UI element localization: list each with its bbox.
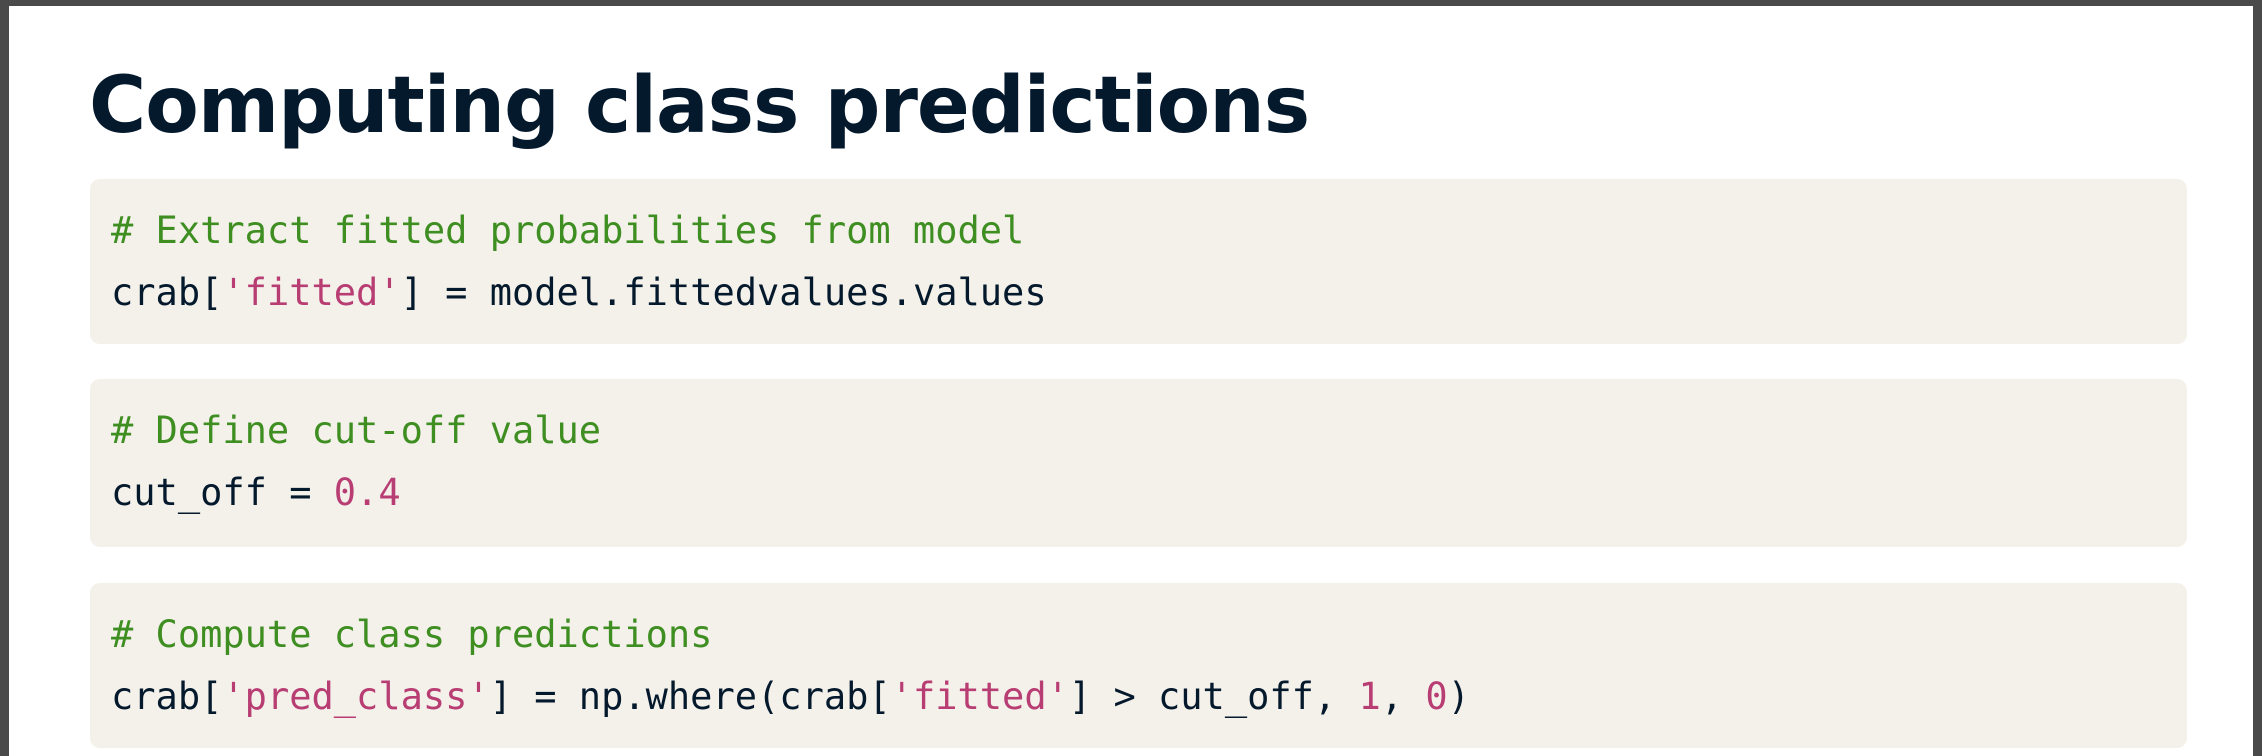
code-text: crab[ <box>111 271 223 314</box>
code-text: cut_off = <box>111 471 334 514</box>
code-line: cut_off = 0.4 <box>111 471 401 515</box>
code-text: ] = np.where(crab[ <box>489 675 891 718</box>
slide-frame: Computing class predictions # Extract fi… <box>0 0 2262 756</box>
code-text: , <box>1380 675 1426 718</box>
code-comment: # Compute class predictions <box>111 613 713 656</box>
slide-title: Computing class predictions <box>89 61 1310 151</box>
code-line: crab['pred_class'] = np.where(crab['fitt… <box>111 675 1470 719</box>
string-literal: 'pred_class' <box>222 675 490 718</box>
code-text: crab[ <box>111 675 223 718</box>
string-literal: 'fitted' <box>222 271 401 314</box>
code-block-extract-fitted[interactable]: # Extract fitted probabilities from mode… <box>90 179 2187 344</box>
code-text: ) <box>1447 675 1470 718</box>
code-line: crab['fitted'] = model.fittedvalues.valu… <box>111 271 1047 315</box>
number-literal: 1 <box>1358 675 1381 718</box>
string-literal: 'fitted' <box>890 675 1069 718</box>
code-text: ] > cut_off, <box>1068 675 1359 718</box>
code-comment: # Extract fitted probabilities from mode… <box>111 209 1025 252</box>
code-block-class-predictions[interactable]: # Compute class predictions crab['pred_c… <box>90 583 2187 748</box>
number-literal: 0.4 <box>333 471 401 514</box>
number-literal: 0 <box>1425 675 1448 718</box>
code-comment: # Define cut-off value <box>111 409 602 452</box>
code-text: ] = model.fittedvalues.values <box>400 271 1047 314</box>
code-block-cut-off[interactable]: # Define cut-off value cut_off = 0.4 <box>90 379 2187 547</box>
